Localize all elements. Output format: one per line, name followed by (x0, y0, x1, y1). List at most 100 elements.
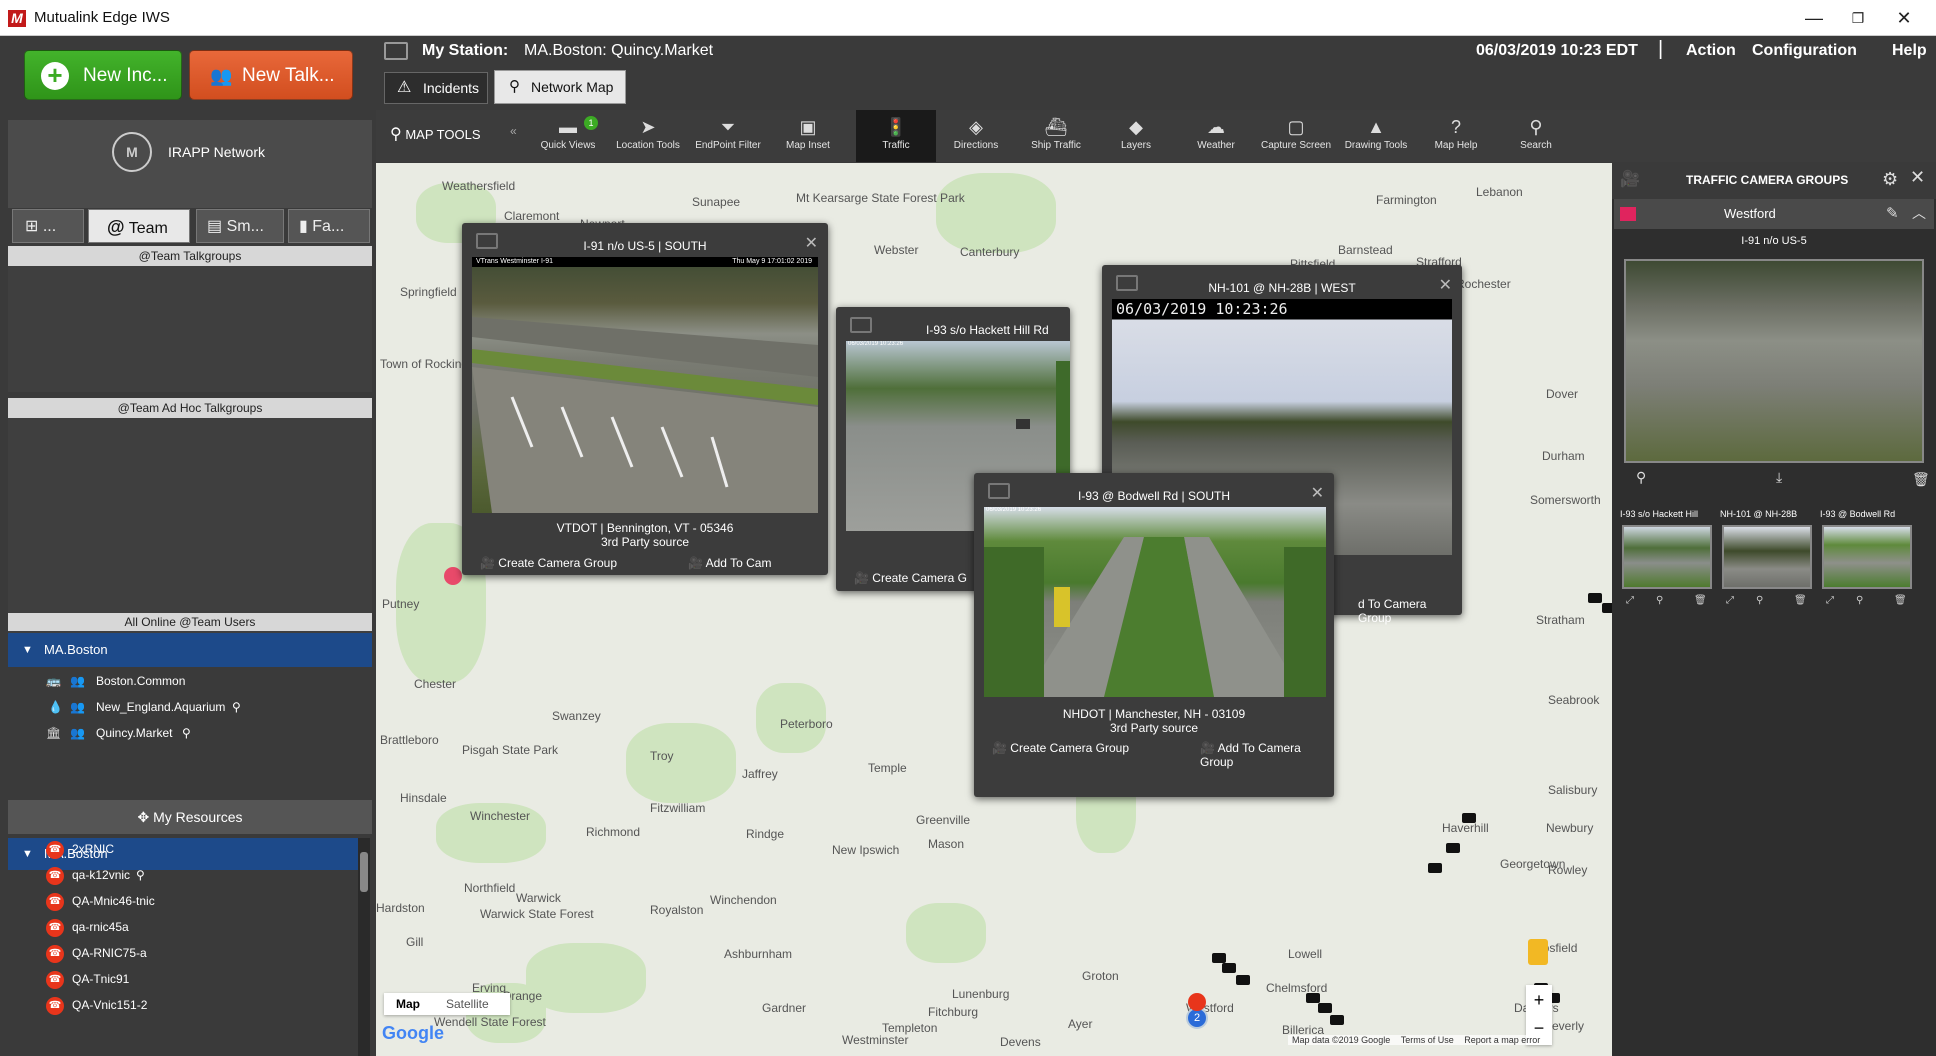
terms-link[interactable]: Terms of Use (1401, 1035, 1454, 1045)
map-tools-label[interactable]: ⚲ MAP TOOLS (390, 124, 481, 144)
incident-marker[interactable] (1188, 993, 1206, 1011)
traffic-camera-marker[interactable] (1212, 953, 1226, 963)
tab-fa[interactable]: ▮ Fa... (288, 209, 370, 243)
resource-row[interactable]: ☎ QA-RNIC75-a (8, 940, 358, 966)
traffic-camera-marker[interactable] (1306, 993, 1320, 1003)
tool-endpoint-filter[interactable]: ⏷ EndPoint Filter (688, 110, 768, 162)
tool-location-tools[interactable]: ➤ Location Tools (608, 110, 688, 162)
traffic-camera-marker[interactable] (1318, 1003, 1332, 1013)
tab-sm[interactable]: ▤ Sm... (196, 209, 284, 243)
thumbnail-image[interactable] (1622, 525, 1712, 589)
expand-icon[interactable]: ⤢ (1726, 595, 1734, 606)
tool-weather[interactable]: ☁ Weather (1176, 110, 1256, 162)
users-group-label: MA.Boston (44, 642, 108, 657)
tool-directions[interactable]: ◈ Directions (936, 110, 1016, 162)
download-icon[interactable]: ⤓ (1776, 469, 1782, 486)
radio-icon: ☎ (46, 893, 64, 911)
user-row[interactable]: 🏛 👥 Quincy.Market ⚲ (8, 720, 372, 746)
traffic-camera-marker[interactable] (1602, 603, 1612, 613)
report-link[interactable]: Report a map error (1464, 1035, 1540, 1045)
new-talk-button[interactable]: 👥 New Talk... (189, 50, 353, 100)
user-name: Quincy.Market (96, 726, 173, 740)
map-town-label: Warwick (516, 891, 561, 905)
panel-header: 🎥 TRAFFIC CAMERA GROUPS ⚙ ✕ (1612, 163, 1936, 199)
trash-icon[interactable]: 🗑 (1894, 595, 1907, 606)
incident-marker[interactable] (444, 567, 462, 585)
traffic-camera-marker[interactable] (1236, 975, 1250, 985)
location-pin-icon[interactable]: ⚲ (1636, 469, 1646, 486)
close-popup-icon[interactable]: ✕ (805, 233, 818, 253)
resource-row[interactable]: ☎ QA-Tnic91 (8, 966, 358, 992)
location-pin-icon[interactable]: ⚲ (1656, 595, 1663, 606)
camera-popup-i91[interactable]: I-91 n/o US-5 | SOUTH ✕ VTrans Westminst… (462, 223, 828, 575)
tool-capture-screen[interactable]: ▢ Capture Screen (1256, 110, 1336, 162)
location-pin-icon[interactable]: ⚲ (1856, 595, 1863, 606)
menu-help[interactable]: Help (1892, 42, 1927, 60)
create-camera-group-button[interactable]: 🎥 Create Camera Group (992, 741, 1129, 755)
group-row[interactable]: Westford ✎ ︿ (1614, 199, 1934, 229)
camera-popup-bodwell[interactable]: I-93 @ Bodwell Rd | SOUTH ✕ 06/03/2019 1… (974, 473, 1334, 797)
traffic-camera-marker[interactable] (1330, 1015, 1344, 1025)
close-popup-icon[interactable]: ✕ (1311, 483, 1324, 503)
minimize-button[interactable]: — (1794, 4, 1834, 32)
close-popup-icon[interactable]: ✕ (1439, 275, 1452, 295)
tab-grid[interactable]: ⊞ ... (12, 209, 84, 243)
collapse-tools-icon[interactable]: « (510, 124, 517, 138)
tool-layers[interactable]: ◆ Layers (1096, 110, 1176, 162)
add-to-camera-group-button[interactable]: 🎥 Add To Cam (688, 556, 771, 570)
traffic-camera-marker[interactable] (1462, 813, 1476, 823)
tool-drawing-tools[interactable]: ▲ Drawing Tools (1336, 110, 1416, 162)
expand-icon[interactable]: ⤢ (1826, 595, 1834, 606)
add-to-camera-group-button[interactable]: d To Camera Group (1358, 597, 1462, 625)
edit-pencil-icon[interactable]: ✎ (1886, 204, 1899, 222)
trash-icon[interactable]: 🗑 (1912, 471, 1930, 488)
expand-icon[interactable]: ⤢ (1626, 595, 1634, 606)
trash-icon[interactable]: 🗑 (1794, 595, 1807, 606)
tab-team[interactable]: @ Team (88, 209, 190, 243)
grid-icon: ⊞ (25, 218, 39, 235)
create-camera-group-button[interactable]: 🎥 Create Camera G (854, 571, 967, 585)
pegman-icon[interactable] (1528, 939, 1548, 965)
location-pin-icon[interactable]: ⚲ (1756, 595, 1763, 606)
create-camera-group-button[interactable]: 🎥 Create Camera Group (480, 556, 617, 570)
map-type-satellite[interactable]: Satellite (446, 993, 489, 1015)
user-row[interactable]: 🚌 👥 Boston.Common (8, 668, 372, 694)
traffic-camera-marker[interactable] (1222, 963, 1236, 973)
tool-map-inset[interactable]: ▣ Map Inset (768, 110, 848, 162)
menu-action[interactable]: Action (1686, 42, 1736, 60)
traffic-camera-marker[interactable] (1428, 863, 1442, 873)
add-to-camera-group-button[interactable]: 🎥 Add To Camera Group (1200, 741, 1334, 769)
tool-traffic[interactable]: 🚦 Traffic (856, 110, 936, 162)
resources-scrollbar[interactable] (358, 838, 370, 1056)
tool-search[interactable]: ⚲ Search (1496, 110, 1576, 162)
map-type-map[interactable]: Map (396, 993, 420, 1015)
main-camera-image[interactable] (1624, 259, 1924, 463)
resource-row[interactable]: ☎ 2xRNIC (8, 836, 358, 862)
resource-row[interactable]: ☎ qa-k12vnic ⚲ (8, 862, 358, 888)
resource-row[interactable]: ☎ qa-rnic45a (8, 914, 358, 940)
resource-row[interactable]: ☎ QA-Mnic46-tnic (8, 888, 358, 914)
users-group-row[interactable]: ▼ MA.Boston (8, 633, 372, 667)
menu-configuration[interactable]: Configuration (1752, 42, 1857, 60)
traffic-camera-marker[interactable] (1446, 843, 1460, 853)
new-incident-button[interactable]: + New Inc... (24, 50, 182, 100)
zoom-in-button[interactable]: + (1526, 985, 1552, 1015)
user-row[interactable]: 💧 👥 New_England.Aquarium ⚲ (8, 694, 372, 720)
maximize-button[interactable]: ❐ (1838, 4, 1878, 32)
thumbnail-image[interactable] (1822, 525, 1912, 589)
network-map[interactable]: WeathersfieldClaremontNewportSunapeeMt K… (376, 163, 1612, 1056)
traffic-camera-marker[interactable] (1588, 593, 1602, 603)
close-panel-icon[interactable]: ✕ (1910, 167, 1925, 188)
tab-network-map[interactable]: ⚲ Network Map (494, 70, 626, 104)
gear-icon[interactable]: ⚙ (1882, 169, 1898, 190)
resource-row[interactable]: ☎ QA-Vnic151-2 (8, 992, 358, 1018)
scrollbar-thumb[interactable] (360, 852, 368, 892)
tool-map-help[interactable]: ? Map Help (1416, 110, 1496, 162)
chevron-up-icon[interactable]: ︿ (1912, 203, 1926, 223)
trash-icon[interactable]: 🗑 (1694, 595, 1707, 606)
my-resources-header[interactable]: ✥ My Resources (8, 800, 372, 834)
close-button[interactable]: ✕ (1884, 4, 1924, 32)
tool-ship-traffic[interactable]: ⛴ Ship Traffic (1016, 110, 1096, 162)
tab-incidents[interactable]: ⚠ Incidents (384, 72, 488, 104)
thumbnail-image[interactable] (1722, 525, 1812, 589)
